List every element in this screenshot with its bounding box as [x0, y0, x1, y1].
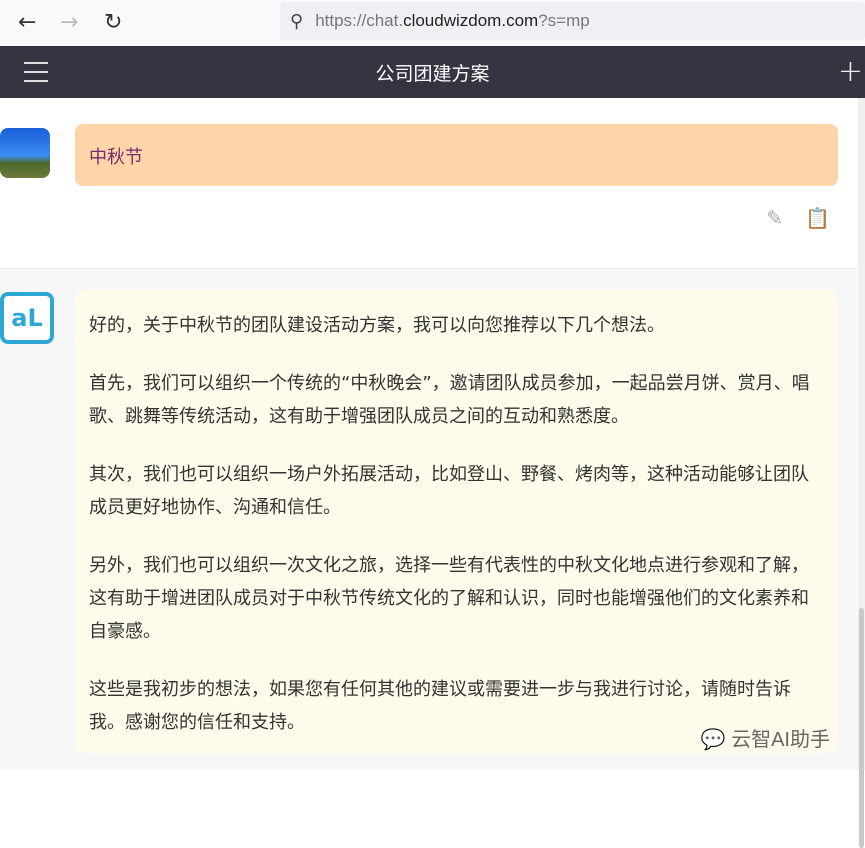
user-message-bubble: 中秋节	[75, 124, 838, 186]
ai-avatar: aL	[0, 292, 54, 344]
ai-paragraph: 首先，我们可以组织一个传统的“中秋晚会”，邀请团队成员参加，一起品尝月饼、赏月、…	[89, 367, 820, 433]
address-bar[interactable]: ⚲ https://chat.cloudwizdom.com?s=mp	[280, 2, 865, 40]
new-chat-button[interactable]: +	[838, 54, 863, 89]
copy-icon[interactable]: 📋	[805, 206, 830, 230]
user-message: 中秋节 ✎ 📋	[0, 98, 858, 269]
browser-toolbar: ← → ↻ ⚲ https://chat.cloudwizdom.com?s=m…	[0, 0, 865, 46]
ai-paragraph: 好的，关于中秋节的团队建设活动方案，我可以向您推荐以下几个想法。	[89, 309, 820, 342]
watermark: 💬 云智AI助手	[701, 723, 830, 752]
edit-icon[interactable]: ✎	[766, 206, 783, 230]
ai-paragraph: 其次，我们也可以组织一场户外拓展活动，比如登山、野餐、烤肉等，这种活动能够让团队…	[89, 458, 820, 524]
search-icon: ⚲	[290, 11, 303, 32]
reload-icon[interactable]: ↻	[104, 10, 122, 35]
scrollbar-thumb[interactable]	[859, 608, 864, 848]
scrollbar[interactable]	[858, 98, 865, 770]
menu-icon[interactable]	[24, 62, 48, 89]
url-domain: cloudwizdom.com	[403, 11, 538, 31]
url-prefix: https://chat.	[315, 11, 403, 31]
url-suffix: ?s=mp	[538, 11, 590, 31]
ai-paragraph: 另外，我们也可以组织一次文化之旅，选择一些有代表性的中秋文化地点进行参观和了解，…	[89, 549, 820, 648]
wechat-icon: 💬	[701, 729, 731, 751]
forward-icon[interactable]: →	[60, 10, 78, 35]
app-header: 公司团建方案 +	[0, 46, 865, 98]
user-avatar	[0, 128, 50, 178]
back-icon[interactable]: ←	[18, 10, 36, 35]
page-title: 公司团建方案	[375, 59, 489, 86]
ai-message: aL 好的，关于中秋节的团队建设活动方案，我可以向您推荐以下几个想法。 首先，我…	[0, 270, 858, 770]
watermark-text: 云智AI助手	[731, 729, 830, 751]
ai-message-bubble: 好的，关于中秋节的团队建设活动方案，我可以向您推荐以下几个想法。 首先，我们可以…	[75, 290, 838, 753]
